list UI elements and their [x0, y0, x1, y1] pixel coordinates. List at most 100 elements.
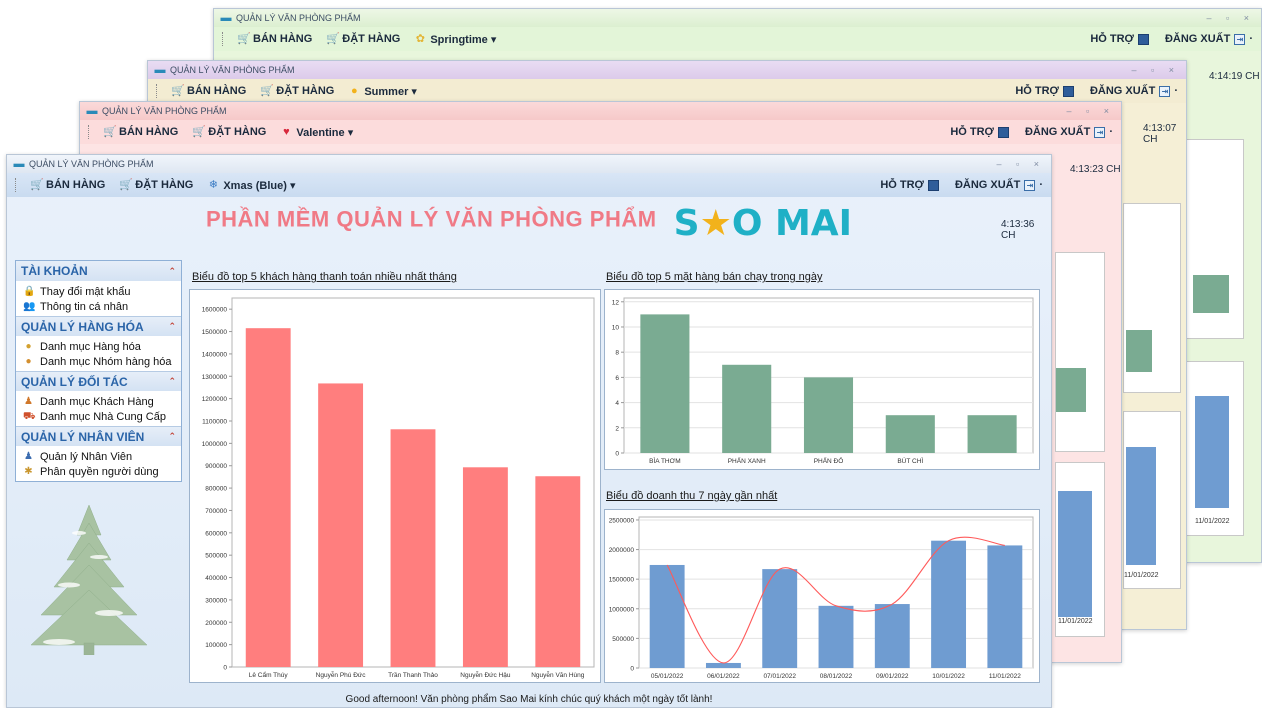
window-controls[interactable]: – ▫ ×	[1132, 65, 1180, 75]
help-menu[interactable]: HỖ TRỢ	[950, 126, 1009, 138]
cart-icon: 🛒	[192, 126, 206, 138]
menu-ban-hang[interactable]: 🛒 BÁN HÀNG	[237, 33, 312, 45]
menu-ban-hang[interactable]: 🛒 BÁN HÀNG	[171, 85, 246, 97]
staff-icon: ♟	[24, 450, 33, 462]
collapse-chevron-icon[interactable]: ⌃	[168, 376, 176, 387]
y-tick-label: 500000	[205, 553, 227, 560]
sidebar-section-items: 🔒 Thay đổi mật khẩu 👥 Thông tin cá nhân	[16, 281, 181, 316]
user-card-icon: 👥	[23, 300, 36, 312]
theme-menu[interactable]: ❄ Xmas (Blue) ▾	[207, 179, 296, 192]
lock-icon: 🔒	[23, 285, 36, 297]
sidebar-section-title: QUẢN LÝ NHÂN VIÊN	[21, 429, 145, 444]
window-controls[interactable]: – ▫ ×	[1067, 106, 1115, 116]
bar	[535, 476, 581, 667]
bar	[318, 383, 364, 667]
sidebar-section-header[interactable]: QUẢN LÝ NHÂN VIÊN ⌃	[16, 426, 181, 446]
theme-menu[interactable]: ● Summer ▾	[348, 85, 417, 98]
window-controls[interactable]: – ▫ ×	[1207, 13, 1255, 23]
sidebar-section-header[interactable]: TÀI KHOẢN ⌃	[16, 261, 181, 281]
y-tick-label: 700000	[205, 508, 227, 515]
cart-icon: 🛒	[260, 85, 274, 97]
clock: 4:13:36 CH	[1001, 219, 1035, 241]
y-tick-label: 6	[615, 375, 619, 382]
theme-menu[interactable]: ♥ Valentine ▾	[280, 126, 353, 139]
menu-separator	[88, 125, 89, 139]
menu-bar: 🛒 BÁN HÀNG 🛒 ĐẶT HÀNG ✿ Springtime ▾ HỖ TRỢ…	[214, 27, 1261, 51]
goods-icon: ●	[25, 340, 32, 352]
bar	[987, 545, 1023, 668]
top-customers-chart: 0 100000 200000 300000 400000 500000 600000 700…	[189, 289, 601, 683]
sidebar-section-items: ● Danh mục Hàng hóa ● Danh mục Nhóm hàng hó…	[16, 336, 181, 371]
y-tick-label: 10	[612, 324, 620, 331]
menu-dat-hang[interactable]: 🛒 ĐẶT HÀNG	[119, 179, 193, 191]
logout-menu[interactable]: ĐĂNG XUẤT ⇥ ·	[955, 179, 1043, 191]
sidebar-item[interactable]: ♟ Danh mục Khách Hàng	[16, 394, 181, 409]
sidebar-item[interactable]: ♟ Quản lý Nhân Viên	[16, 449, 181, 464]
window-title: QUẢN LÝ VĂN PHÒNG PHẨM	[29, 159, 154, 169]
logout-menu[interactable]: ĐĂNG XUẤT ⇥ ·	[1025, 126, 1113, 138]
app-book-icon: ▬	[220, 12, 232, 24]
sidebar-item[interactable]: ⛟ Danh mục Nhà Cung Cấp	[16, 409, 181, 424]
help-menu[interactable]: HỖ TRỢ	[1090, 33, 1149, 45]
y-tick-label: 600000	[205, 530, 227, 537]
clock: 4:13:07 CH	[1143, 123, 1177, 145]
sun-icon: ●	[351, 85, 358, 97]
menu-ban-hang[interactable]: 🛒 BÁN HÀNG	[103, 126, 178, 138]
cart-icon: 🛒	[30, 179, 44, 191]
menu-label: ĐẶT HÀNG	[135, 179, 194, 191]
menu-label: BÁN HÀNG	[119, 126, 179, 138]
bar	[705, 662, 741, 668]
menu-dat-hang[interactable]: 🛒 ĐẶT HÀNG	[260, 85, 334, 97]
sidebar-section-items: ♟ Quản lý Nhân Viên ✱ Phân quyền người dùng	[16, 446, 181, 481]
collapse-chevron-icon[interactable]: ⌃	[168, 266, 176, 277]
y-tick-label: 0	[630, 666, 634, 673]
logo-text: S	[673, 203, 700, 244]
sidebar-item[interactable]: 👥 Thông tin cá nhân	[16, 299, 181, 314]
menu-separator	[156, 84, 157, 98]
x-tick-label: 10/01/2022	[932, 673, 965, 680]
window-titlebar: ▬ QUẢN LÝ VĂN PHÒNG PHẨM – ▫ ×	[214, 9, 1261, 27]
brand-header: PHẦN MỀM QUẢN LÝ VĂN PHÒNG PHẨM S★O MAI	[7, 203, 1051, 244]
help-menu[interactable]: HỖ TRỢ	[880, 179, 939, 191]
supplier-icon: ⛟	[23, 410, 36, 422]
window-titlebar: ▬ QUẢN LÝ VĂN PHÒNG PHẨM – ▫ ×	[7, 155, 1051, 173]
theme-menu[interactable]: ✿ Springtime ▾	[414, 33, 497, 46]
sidebar-item-label: Thay đổi mật khẩu	[40, 285, 131, 298]
collapse-chevron-icon[interactable]: ⌃	[168, 321, 176, 332]
bar	[390, 429, 436, 667]
sidebar-section-title: TÀI KHOẢN	[21, 264, 88, 278]
revenue-chart-title: Biểu đồ doanh thu 7 ngày gần nhất	[606, 490, 778, 502]
bar	[885, 415, 935, 453]
goods-group-icon: ●	[25, 355, 32, 367]
logout-menu[interactable]: ĐĂNG XUẤT ⇥ ·	[1090, 85, 1178, 97]
top-items-chart-svg: 0 2 4 6 8 10 12 BÌA THƠM PHẤN XANH PHẤN ĐỎ BÚT CHÌ	[612, 297, 1034, 465]
logout-menu[interactable]: ĐĂNG XUẤT ⇥ ·	[1165, 33, 1253, 45]
sidebar-item[interactable]: ● Danh mục Nhóm hàng hóa	[16, 354, 181, 369]
collapse-chevron-icon[interactable]: ⌃	[168, 431, 176, 442]
window-controls[interactable]: – ▫ ×	[997, 159, 1045, 169]
x-tick-label: 06/01/2022	[707, 673, 740, 680]
sidebar-section-header[interactable]: QUẢN LÝ HÀNG HÓA ⌃	[16, 316, 181, 336]
sidebar-item[interactable]: ● Danh mục Hàng hóa	[16, 339, 181, 354]
theme-label: Xmas (Blue) ▾	[223, 179, 296, 192]
menu-dat-hang[interactable]: 🛒 ĐẶT HÀNG	[192, 126, 266, 138]
menu-label: ĐĂNG XUẤT	[954, 179, 1021, 191]
menu-ban-hang[interactable]: 🛒 BÁN HÀNG	[30, 179, 105, 191]
y-tick-label: 800000	[205, 486, 227, 493]
sidebar-item[interactable]: 🔒 Thay đổi mật khẩu	[16, 284, 181, 299]
menu-label: BÁN HÀNG	[187, 85, 247, 97]
sidebar-item[interactable]: ✱ Phân quyền người dùng	[16, 464, 181, 479]
sidebar-section-header[interactable]: QUẢN LÝ ĐỐI TÁC ⌃	[16, 371, 181, 391]
y-tick-label: 1200000	[202, 396, 228, 403]
help-menu[interactable]: HỖ TRỢ	[1015, 85, 1074, 97]
snowflake-icon: ❄	[208, 179, 218, 191]
y-tick-label: 400000	[205, 575, 227, 582]
x-tick-label: 08/01/2022	[820, 673, 853, 680]
menu-dat-hang[interactable]: 🛒 ĐẶT HÀNG	[326, 33, 400, 45]
ghost-bar	[1126, 330, 1152, 372]
bar	[818, 605, 854, 668]
ghost-bar	[1195, 396, 1229, 508]
bar	[931, 540, 967, 668]
cart-icon: 🛒	[171, 85, 185, 97]
exit-icon: ⇥	[1159, 85, 1171, 97]
